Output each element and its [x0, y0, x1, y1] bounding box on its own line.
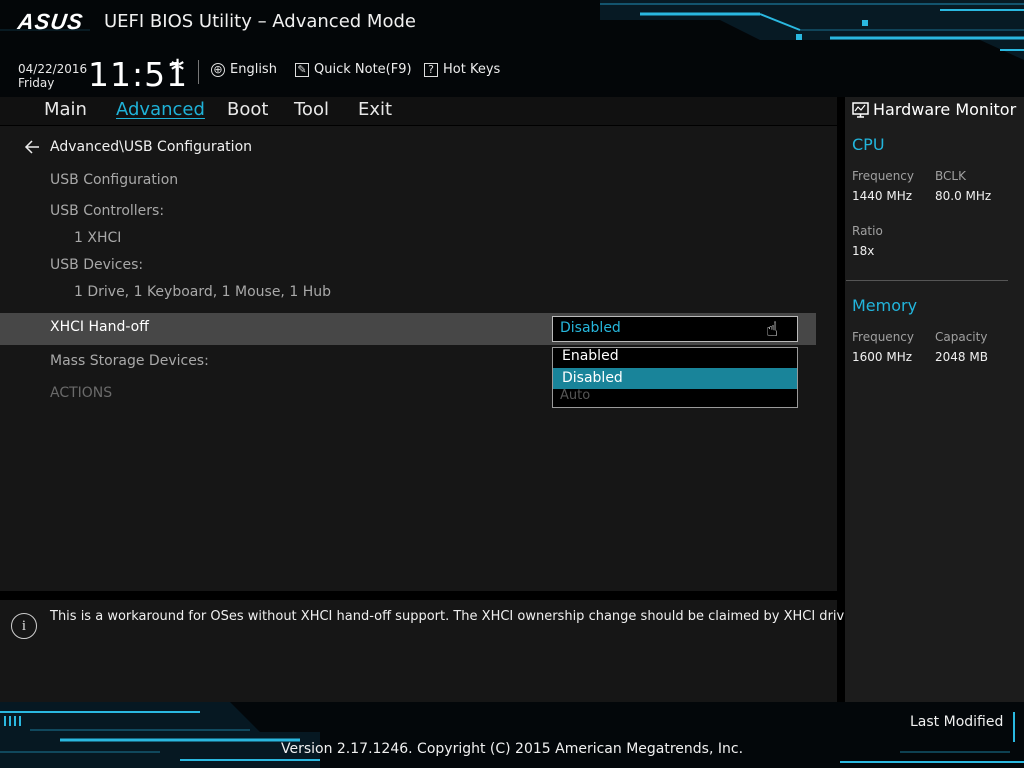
breadcrumb[interactable]: Advanced\USB Configuration: [24, 139, 252, 155]
hardware-monitor-panel: [845, 97, 1024, 702]
cpu-section-title: CPU: [852, 135, 885, 154]
usb-devices-label: USB Devices:: [50, 257, 144, 273]
asus-logo: ASUS: [16, 9, 85, 34]
hardware-monitor-title: Hardware Monitor: [852, 100, 1016, 119]
question-icon: ?: [424, 62, 438, 77]
tab-advanced[interactable]: Advanced: [116, 99, 205, 120]
tab-exit[interactable]: Exit: [358, 99, 392, 120]
dropdown-option-auto-ghost: Auto: [560, 388, 591, 403]
language-button[interactable]: ⊕ English: [211, 62, 277, 77]
usb-devices-value: 1 Drive, 1 Keyboard, 1 Mouse, 1 Hub: [74, 284, 331, 300]
help-text: This is a workaround for OSes without XH…: [50, 609, 861, 624]
tab-tool[interactable]: Tool: [294, 99, 329, 120]
hardware-monitor-label: Hardware Monitor: [873, 100, 1017, 119]
memory-capacity-label: Capacity: [935, 330, 988, 344]
quick-note-label: Quick Note(F9): [314, 62, 412, 77]
date-text: 04/22/2016: [18, 62, 88, 76]
hardware-monitor-divider: [846, 280, 1008, 281]
xhci-handoff-value[interactable]: Disabled: [560, 320, 621, 336]
xhci-handoff-label[interactable]: XHCI Hand-off: [50, 319, 149, 335]
tab-boot[interactable]: Boot: [227, 99, 268, 120]
language-label: English: [230, 62, 277, 77]
dropdown-option-enabled[interactable]: Enabled: [553, 346, 797, 367]
back-arrow-icon[interactable]: [24, 140, 40, 154]
actions-heading: ACTIONS: [50, 385, 113, 401]
globe-icon: ⊕: [211, 62, 225, 77]
mass-storage-label[interactable]: Mass Storage Devices:: [50, 353, 209, 369]
app-title: UEFI BIOS Utility – Advanced Mode: [104, 11, 416, 32]
cpu-bclk-value: 80.0 MHz: [935, 189, 992, 203]
hot-keys-label: Hot Keys: [443, 62, 501, 77]
header-divider: [198, 60, 199, 84]
cpu-ratio-label: Ratio: [852, 224, 883, 238]
date-display: 04/22/2016 Friday: [18, 62, 87, 90]
breadcrumb-path: Advanced\USB Configuration: [50, 139, 253, 155]
usb-configuration-heading: USB Configuration: [50, 172, 179, 188]
memory-frequency-value: 1600 MHz: [852, 350, 913, 364]
note-icon: ✎: [295, 62, 309, 77]
hand-cursor-icon: ☝: [766, 317, 779, 341]
footer-decoration: [0, 702, 1024, 768]
dropdown-option-disabled[interactable]: Disabled: [553, 368, 797, 389]
cpu-bclk-label: BCLK: [935, 169, 966, 183]
footer-bar: [0, 702, 1024, 768]
usb-controllers-label: USB Controllers:: [50, 203, 165, 219]
memory-frequency-label: Frequency: [852, 330, 914, 344]
cpu-frequency-label: Frequency: [852, 169, 914, 183]
usb-controllers-value: 1 XHCI: [74, 230, 122, 246]
version-text: Version 2.17.1246. Copyright (C) 2015 Am…: [280, 741, 744, 757]
last-modified-button[interactable]: Last Modified: [910, 714, 1003, 730]
monitor-icon: [852, 101, 869, 118]
cpu-ratio-value: 18x: [852, 244, 875, 258]
memory-capacity-value: 2048 MB: [935, 350, 988, 364]
gear-icon[interactable]: ✲: [170, 56, 185, 77]
cpu-frequency-value: 1440 MHz: [852, 189, 913, 203]
hot-keys-button[interactable]: ? Hot Keys: [424, 62, 500, 77]
quick-note-button[interactable]: ✎ Quick Note(F9): [295, 62, 412, 77]
info-icon: i: [11, 613, 37, 639]
memory-section-title: Memory: [852, 296, 918, 315]
tab-main[interactable]: Main: [44, 99, 87, 120]
day-text: Friday: [18, 76, 55, 90]
